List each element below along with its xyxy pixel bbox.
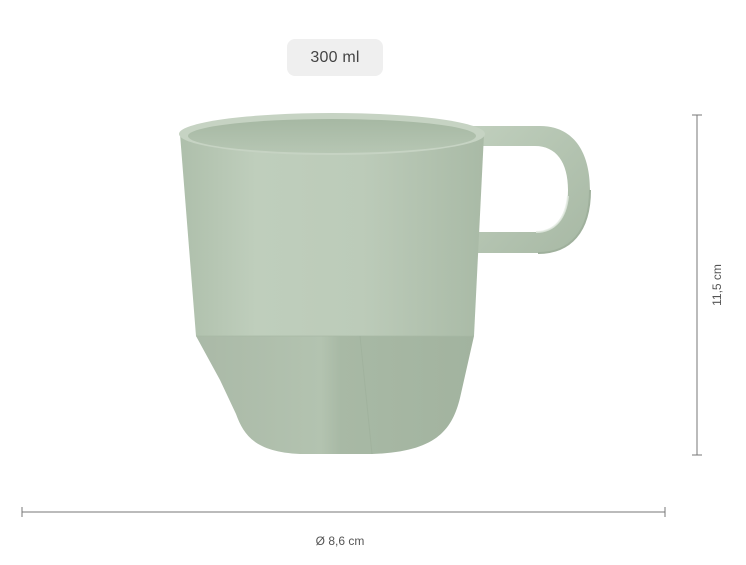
mug-body-lower: [196, 336, 474, 454]
width-dimension-line: [21, 507, 666, 517]
height-label: 11,5 cm: [710, 264, 724, 306]
height-dimension-line: [692, 114, 702, 456]
product-figure: [21, 113, 702, 517]
mug-handle: [470, 126, 591, 254]
mug-body-upper: [180, 134, 484, 336]
mug-interior: [188, 119, 476, 153]
diameter-label: Ø 8,6 cm: [315, 534, 365, 548]
